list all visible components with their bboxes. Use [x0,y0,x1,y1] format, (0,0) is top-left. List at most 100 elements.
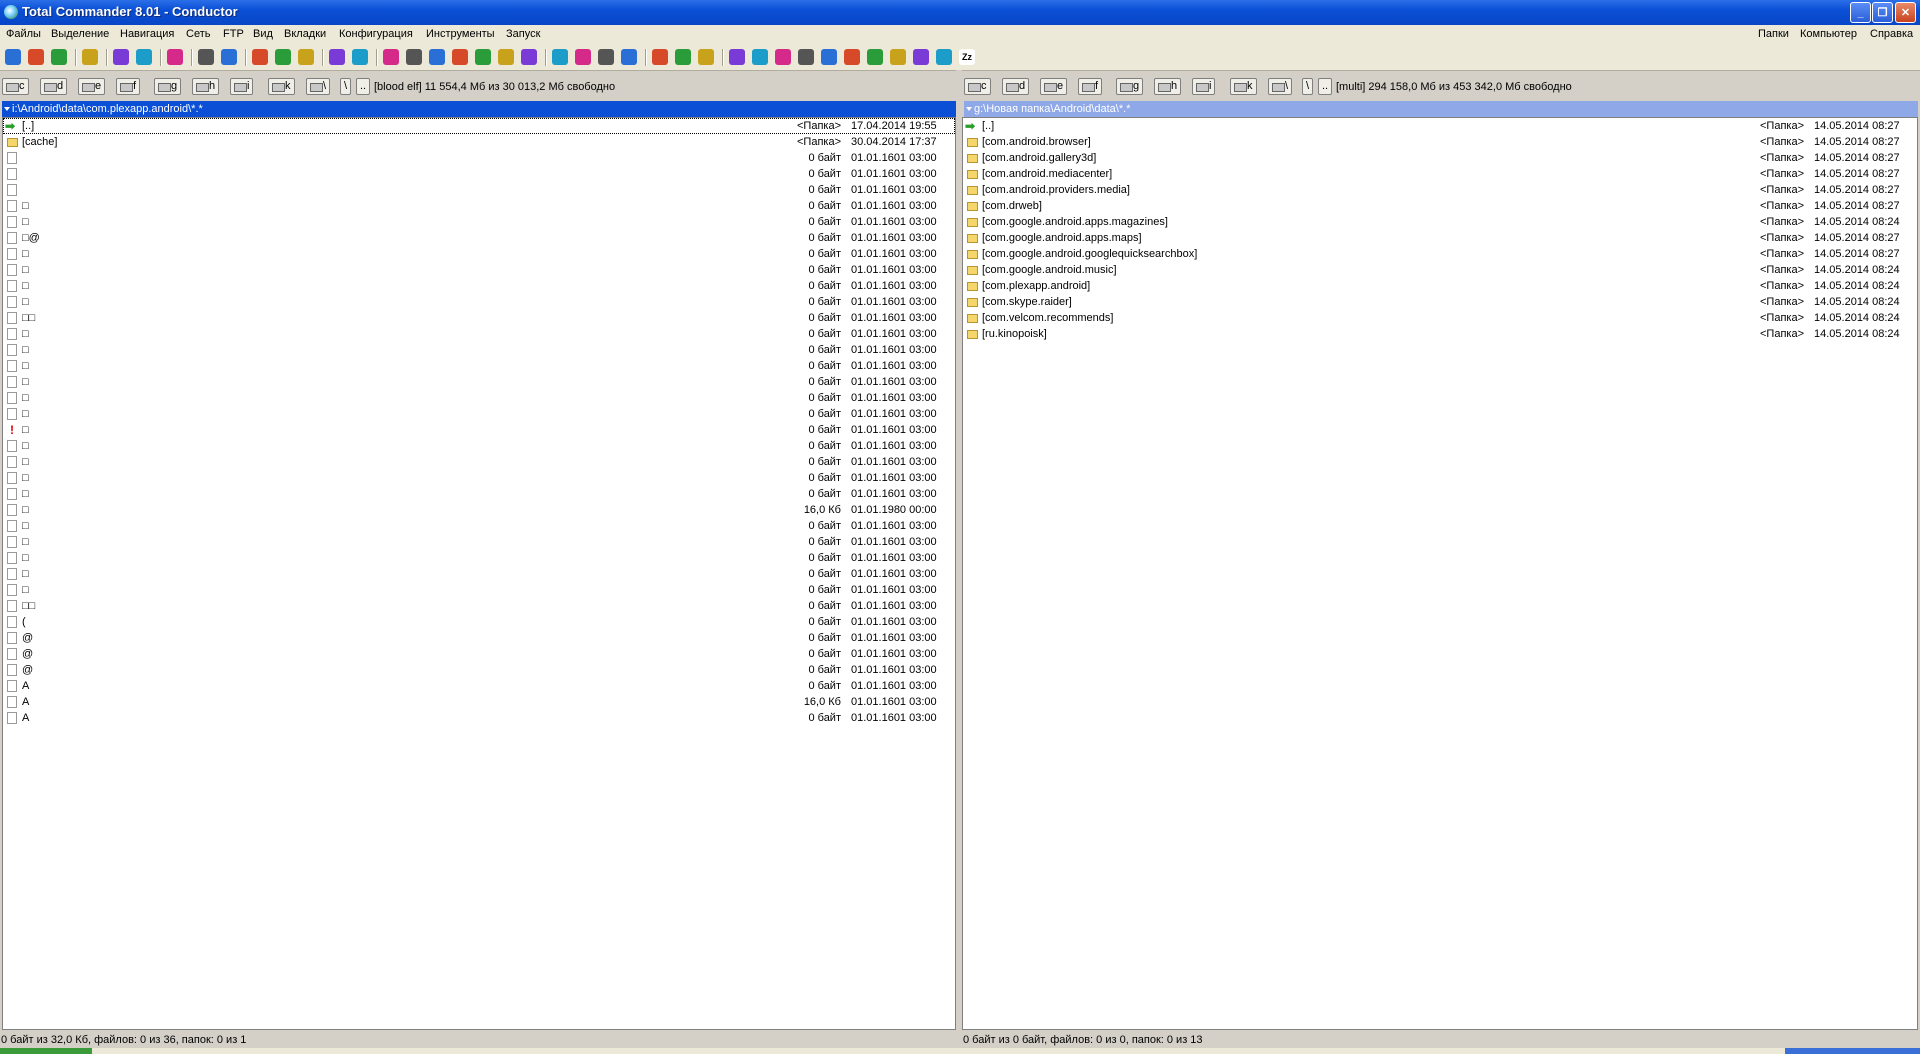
target-icon[interactable] [475,49,491,65]
image-icon[interactable] [821,49,837,65]
file-row[interactable]: 0 байт 01.01.1601 03:00 [3,182,955,198]
root-button[interactable]: \ [1302,78,1314,95]
file-row[interactable]: □ 16,0 Кб 01.01.1980 00:00 [3,502,955,518]
folder-row[interactable]: [com.velcom.recommends] <Папка> 14.05.2014… [963,310,1917,326]
menu-tools[interactable]: Инструменты [426,28,495,40]
gear-icon[interactable] [28,49,44,65]
hex-icon[interactable] [621,49,637,65]
drive-button-g[interactable]: g [1116,78,1144,95]
folder-row[interactable]: [com.drweb] <Папка> 14.05.2014 08:27 [963,198,1917,214]
folder-row[interactable]: [com.skype.raider] <Папка> 14.05.2014 08:2… [963,294,1917,310]
flag-icon[interactable] [452,49,468,65]
file-row[interactable]: □ 0 байт 01.01.1601 03:00 [3,438,955,454]
drive-button-i[interactable]: i [230,78,254,95]
file-row[interactable]: A 0 байт 01.01.1601 03:00 [3,678,955,694]
folder-row[interactable]: [ru.kinopoisk] <Папка> 14.05.2014 08:24 [963,326,1917,342]
film2-icon[interactable] [867,49,883,65]
drive-button-k[interactable]: k [268,78,295,95]
file-row[interactable]: □ 0 байт 01.01.1601 03:00 [3,390,955,406]
file-row[interactable]: □ 0 байт 01.01.1601 03:00 [3,582,955,598]
drive-icon[interactable] [598,49,614,65]
menu-launch[interactable]: Запуск [506,28,540,40]
menu-help[interactable]: Справка [1870,28,1913,40]
left-file-panel[interactable]: ➡ [..] <Папка> 17.04.2014 19:55 [cache] <Папк… [2,117,956,1030]
search-icon[interactable] [167,49,183,65]
file-row[interactable]: □ 0 байт 01.01.1601 03:00 [3,470,955,486]
file-row[interactable]: □ 0 байт 01.01.1601 03:00 [3,374,955,390]
file-row[interactable]: 0 байт 01.01.1601 03:00 [3,166,955,182]
drive-button-e[interactable]: e [1040,78,1068,95]
drive-button-g[interactable]: g [154,78,182,95]
drive-button-c[interactable]: c [964,78,991,95]
edit-icon[interactable] [383,49,399,65]
up-button[interactable]: .. [356,78,371,95]
drive-button-f[interactable]: f [116,78,141,95]
disc-icon[interactable] [729,49,745,65]
file-row[interactable]: □□ 0 байт 01.01.1601 03:00 [3,598,955,614]
file-row[interactable]: □ 0 байт 01.01.1601 03:00 [3,550,955,566]
file-row[interactable]: @0 байт 01.01.1601 03:00 [3,630,955,646]
file-row[interactable]: □ 0 байт 01.01.1601 03:00 [3,518,955,534]
menu-network[interactable]: Сеть [186,28,210,40]
sort-icon[interactable] [275,49,291,65]
drive-button-d[interactable]: d [40,78,68,95]
pen-icon[interactable] [652,49,668,65]
menu-folders[interactable]: Папки [1758,28,1789,40]
folder-row[interactable]: [com.android.providers.media] <Папка> 14.0… [963,182,1917,198]
network-drive-button[interactable]: \ [306,78,331,95]
file-row[interactable]: □ 0 байт 01.01.1601 03:00 [3,278,955,294]
folder-row[interactable]: [com.android.gallery3d] <Папка> 14.05.2014… [963,150,1917,166]
file-row[interactable]: @0 байт 01.01.1601 03:00 [3,662,955,678]
package-icon[interactable] [698,49,714,65]
move-icon[interactable] [221,49,237,65]
file-row[interactable]: 0 байт 01.01.1601 03:00 [3,150,955,166]
file-row[interactable]: □ 0 байт 01.01.1601 03:00 [3,534,955,550]
drive-button-h[interactable]: h [1154,78,1182,95]
right-path-bar[interactable]: g:\Новая папка\Android\data\*.* [964,101,1918,117]
menu-computer[interactable]: Компьютер [1800,28,1857,40]
tools-icon[interactable] [521,49,537,65]
file-row[interactable]: A 0 байт 01.01.1601 03:00 [3,710,955,726]
folder-icon[interactable] [498,49,514,65]
menu-files[interactable]: Файлы [6,28,41,40]
plus-icon[interactable] [675,49,691,65]
maximize-button[interactable]: ❐ [1872,2,1893,23]
box-icon[interactable] [552,49,568,65]
file-row[interactable]: □ 0 байт 01.01.1601 03:00 [3,406,955,422]
file-row[interactable]: □ 0 байт 01.01.1601 03:00 [3,454,955,470]
notes-icon[interactable] [890,49,906,65]
file-row[interactable]: □ 0 байт 01.01.1601 03:00 [3,246,955,262]
minimize-button[interactable]: _ [1850,2,1871,23]
folder-row[interactable]: [com.google.android.apps.magazines] <Папк… [963,214,1917,230]
star-icon[interactable] [252,49,268,65]
gear-icon[interactable] [5,49,21,65]
file-icon[interactable] [429,49,445,65]
drive-button-e[interactable]: e [78,78,106,95]
file-row[interactable]: A 16,0 Кб 01.01.1601 03:00 [3,694,955,710]
parent-dir-row[interactable]: ➡ [..] <Папка> 14.05.2014 08:27 [963,118,1917,134]
zip-icon[interactable]: Zz [959,49,975,65]
folder-row[interactable]: [com.google.android.apps.maps] <Папка> 14.… [963,230,1917,246]
file-row[interactable]: □ 0 байт 01.01.1601 03:00 [3,294,955,310]
file-row[interactable]: □ 0 байт 01.01.1601 03:00 [3,342,955,358]
gear-icon[interactable] [51,49,67,65]
parent-dir-row[interactable]: ➡ [..] <Папка> 17.04.2014 19:55 [3,118,955,134]
network-drive-button[interactable]: \ [1268,78,1293,95]
file-row[interactable]: □ 0 байт 01.01.1601 03:00 [3,326,955,342]
drive-button-d[interactable]: d [1002,78,1030,95]
file-row[interactable]: □ 0 байт 01.01.1601 03:00 [3,358,955,374]
file-row[interactable]: □@ 0 байт 01.01.1601 03:00 [3,230,955,246]
file-row[interactable]: (0 байт 01.01.1601 03:00 [3,614,955,630]
camera-icon[interactable] [752,49,768,65]
menu-view[interactable]: Вид [253,28,273,40]
compare-icon[interactable] [329,49,345,65]
close-button[interactable]: ✕ [1895,2,1916,23]
film-icon[interactable] [798,49,814,65]
menu-ftp[interactable]: FTP [223,28,244,40]
file-row[interactable]: ! □ 0 байт 01.01.1601 03:00 [3,422,955,438]
refresh-icon[interactable] [82,49,98,65]
file-row[interactable]: □ 0 байт 01.01.1601 03:00 [3,214,955,230]
root-button[interactable]: \ [340,78,352,95]
up-button[interactable]: .. [1318,78,1333,95]
folder-row[interactable]: [com.android.mediacenter] <Папка> 14.05.20… [963,166,1917,182]
